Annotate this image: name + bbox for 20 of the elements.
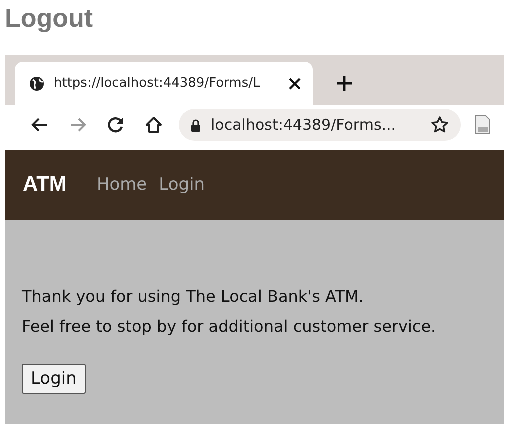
- message-text: Feel free to stop by for additional customer service.: [22, 316, 438, 338]
- address-bar[interactable]: localhost:44389/Forms...: [179, 109, 461, 141]
- nav-link[interactable]: Home: [96, 175, 148, 195]
- browser-tab[interactable]: https://localhost:44389/Forms/L: [15, 62, 313, 105]
- back-icon[interactable]: [31, 116, 49, 134]
- home-icon[interactable]: [145, 116, 163, 134]
- new-tab-icon[interactable]: [337, 76, 352, 91]
- page-heading: Logout: [4, 2, 94, 35]
- message-text: Thank you for using The Local Bank's ATM.: [22, 286, 365, 308]
- login-button[interactable]: Login: [22, 364, 86, 394]
- reload-icon[interactable]: [107, 116, 125, 134]
- lock-icon: [191, 118, 201, 132]
- address-text: localhost:44389/Forms...: [211, 116, 398, 134]
- globe-icon: [29, 76, 45, 92]
- tab-title: https://localhost:44389/Forms/L: [54, 76, 262, 91]
- close-icon[interactable]: [289, 78, 301, 90]
- nav-link[interactable]: Login: [159, 175, 206, 195]
- brand-link[interactable]: ATM: [23, 173, 67, 197]
- star-icon[interactable]: [431, 116, 449, 134]
- document-icon[interactable]: [475, 115, 491, 135]
